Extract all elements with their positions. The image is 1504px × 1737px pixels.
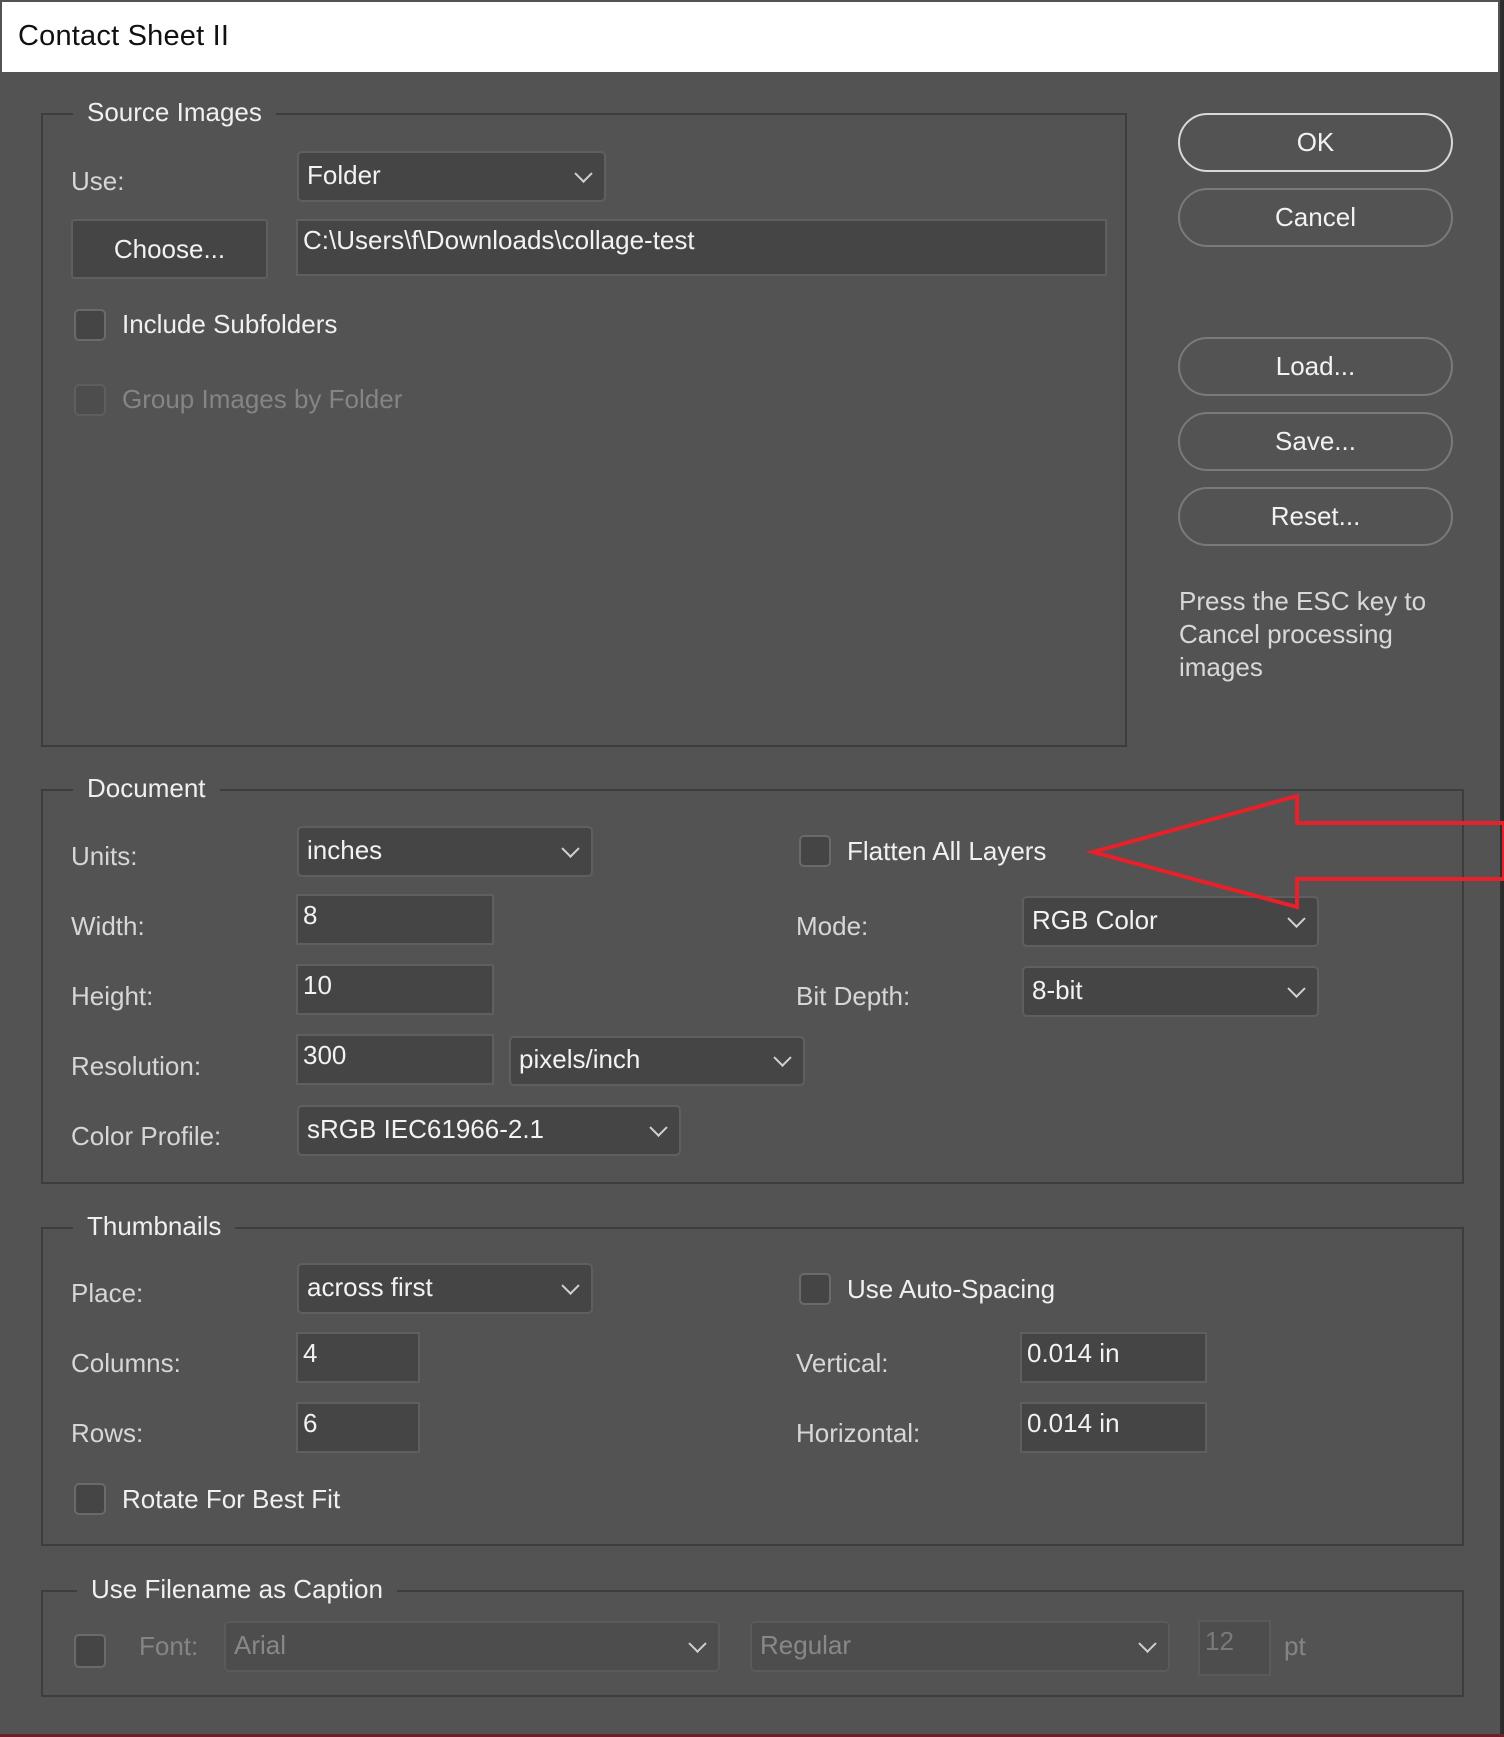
bit-depth-select[interactable]: 8-bit (1022, 966, 1319, 1017)
horizontal-label: Horizontal: (796, 1418, 921, 1448)
rows-value: 6 (303, 1408, 318, 1438)
load-button-label: Load... (1275, 351, 1356, 381)
horizontal-spacing-value: 0.014 in (1027, 1408, 1120, 1438)
rotate-best-fit-label[interactable]: Rotate For Best Fit (122, 1484, 340, 1514)
bit-depth-label: Bit Depth: (796, 981, 911, 1011)
ok-button-label: OK (1296, 127, 1335, 157)
color-profile-value: sRGB IEC61966-2.1 (307, 1113, 545, 1144)
height-input[interactable]: 10 (296, 964, 494, 1015)
font-select[interactable]: Arial (224, 1621, 720, 1672)
thumbnails-title: Thumbnails (73, 1209, 236, 1243)
height-label: Height: (71, 981, 154, 1011)
window-title: Contact Sheet II (18, 20, 230, 52)
height-value: 10 (303, 970, 332, 1000)
font-value: Arial (234, 1629, 287, 1660)
place-label: Place: (71, 1278, 144, 1308)
font-style-value: Regular (760, 1629, 852, 1660)
save-button-label: Save... (1275, 426, 1356, 456)
width-input[interactable]: 8 (296, 894, 494, 945)
resolution-unit-value: pixels/inch (519, 1043, 641, 1074)
chevron-down-icon (649, 1118, 668, 1137)
vertical-label: Vertical: (796, 1348, 889, 1378)
color-profile-select[interactable]: sRGB IEC61966-2.1 (297, 1105, 681, 1156)
use-select-value: Folder (307, 159, 381, 190)
reset-button[interactable]: Reset... (1178, 487, 1453, 546)
cancel-button-label: Cancel (1275, 202, 1356, 232)
resolution-unit-select[interactable]: pixels/inch (509, 1036, 805, 1086)
width-label: Width: (71, 911, 145, 941)
font-label: Font: (139, 1631, 199, 1661)
units-select[interactable]: inches (297, 826, 593, 877)
chevron-down-icon (1138, 1634, 1157, 1653)
vertical-spacing-input[interactable]: 0.014 in (1020, 1332, 1207, 1383)
color-profile-label: Color Profile: (71, 1121, 222, 1151)
cancel-button[interactable]: Cancel (1178, 188, 1453, 247)
esc-note: Press the ESC key to Cancel processing i… (1179, 586, 1427, 682)
mode-label: Mode: (796, 911, 869, 941)
vertical-spacing-value: 0.014 in (1027, 1338, 1120, 1368)
units-label: Units: (71, 841, 138, 871)
columns-value: 4 (303, 1338, 318, 1368)
bit-depth-value: 8-bit (1032, 974, 1083, 1005)
resolution-input[interactable]: 300 (296, 1034, 494, 1085)
horizontal-spacing-input[interactable]: 0.014 in (1020, 1402, 1207, 1453)
chevron-down-icon (773, 1048, 792, 1067)
width-value: 8 (303, 900, 318, 930)
choose-button-label: Choose... (113, 234, 226, 264)
save-button[interactable]: Save... (1178, 412, 1453, 471)
chevron-down-icon (688, 1634, 707, 1653)
ok-button[interactable]: OK (1178, 113, 1453, 172)
auto-spacing-checkbox[interactable] (799, 1273, 831, 1305)
columns-label: Columns: (71, 1348, 181, 1378)
rows-input[interactable]: 6 (296, 1402, 420, 1453)
load-button[interactable]: Load... (1178, 337, 1453, 396)
chevron-down-icon (561, 839, 580, 858)
use-select[interactable]: Folder (297, 151, 606, 202)
caption-checkbox[interactable] (74, 1634, 106, 1668)
columns-input[interactable]: 4 (296, 1332, 420, 1383)
font-size-unit: pt (1284, 1631, 1306, 1661)
contact-sheet-dialog: Contact Sheet II Source Images Use: Fold… (0, 0, 1502, 1734)
folder-path-value: C:\Users\f\Downloads\collage-test (303, 225, 695, 255)
chevron-down-icon (561, 1276, 580, 1295)
auto-spacing-label[interactable]: Use Auto-Spacing (847, 1274, 1055, 1304)
chevron-down-icon (574, 164, 593, 183)
font-size-value: 12 (1205, 1626, 1234, 1656)
caption-title: Use Filename as Caption (77, 1572, 397, 1606)
resolution-label: Resolution: (71, 1051, 202, 1081)
group-by-folder-checkbox[interactable] (74, 384, 106, 416)
units-select-value: inches (307, 834, 383, 865)
resolution-value: 300 (303, 1040, 347, 1070)
mode-select[interactable]: RGB Color (1022, 896, 1319, 947)
place-value: across first (307, 1271, 433, 1302)
font-size-input[interactable]: 12 (1198, 1620, 1271, 1676)
flatten-all-layers-checkbox[interactable] (799, 835, 831, 867)
chevron-down-icon (1287, 909, 1306, 928)
title-bar: Contact Sheet II (2, 2, 1498, 72)
flatten-all-layers-label[interactable]: Flatten All Layers (847, 836, 1046, 866)
document-title: Document (73, 771, 220, 805)
source-images-group: Source Images (41, 95, 1127, 747)
chevron-down-icon (1287, 979, 1306, 998)
include-subfolders-label[interactable]: Include Subfolders (122, 309, 337, 339)
rows-label: Rows: (71, 1418, 144, 1448)
mode-value: RGB Color (1032, 904, 1158, 935)
source-images-title: Source Images (73, 95, 276, 129)
choose-button[interactable]: Choose... (71, 219, 268, 279)
group-by-folder-label: Group Images by Folder (122, 384, 403, 414)
use-label: Use: (71, 166, 125, 196)
place-select[interactable]: across first (297, 1263, 593, 1314)
font-style-select[interactable]: Regular (750, 1621, 1170, 1672)
folder-path-field[interactable]: C:\Users\f\Downloads\collage-test (296, 219, 1107, 276)
rotate-best-fit-checkbox[interactable] (74, 1483, 106, 1515)
reset-button-label: Reset... (1270, 501, 1361, 531)
include-subfolders-checkbox[interactable] (74, 309, 106, 341)
